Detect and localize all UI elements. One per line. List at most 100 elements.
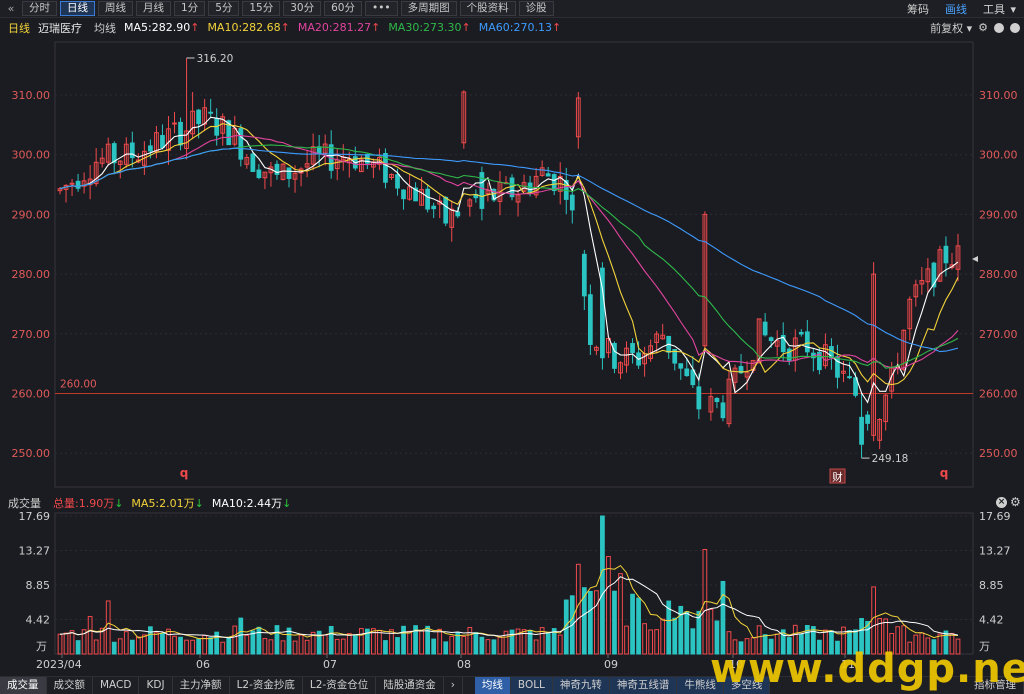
overlay-tab[interactable]: 均线 [474,677,511,694]
candle-body [250,153,256,173]
price-tick-label-right: 260.00 [979,388,1018,401]
reference-line-label: 260.00 [60,379,97,391]
volume-tick-label: 8.85 [26,579,51,592]
volume-bar [105,600,111,655]
period-button[interactable]: 日线 [60,1,95,16]
indicator-tab[interactable]: L2-资金抄底 [230,677,303,694]
gear-icon[interactable]: ⚙ [1010,495,1021,509]
candle-body [256,169,262,178]
candle-body [334,159,340,170]
zoom-out-icon[interactable]: − [1010,22,1020,33]
indicator-tab[interactable]: L2-资金仓位 [303,677,377,694]
period-button[interactable]: 个股资料 [459,1,516,16]
volume-bar [624,625,629,655]
vol-ma10: MA10:2.44万↓ [211,497,292,510]
period-button[interactable]: 60分 [324,1,362,16]
volume-bar [503,630,509,655]
candle-body [196,109,201,125]
candle-body [449,208,455,228]
drawing-button[interactable]: 画线 [945,1,967,17]
volume-bar [696,610,702,655]
indicator-tab[interactable]: 主力净额 [173,677,230,694]
adjust-mode[interactable]: 前复权 ▾ [930,20,972,36]
price-tick-label-right: 270.00 [979,328,1018,341]
close-volume-icon[interactable]: × [996,497,1007,508]
indicator-tab[interactable]: 陆股通资金 [376,677,444,694]
settings-icon[interactable]: ⚙ [978,21,988,34]
ma60-value: MA60:270.13↑ [478,21,562,34]
volume-bar [545,633,551,655]
ma20-value: MA20:281.27↑ [297,21,381,34]
candle-body [172,122,177,125]
candle-body [949,264,955,269]
period-button[interactable]: 月线 [136,1,171,16]
period-toolbar: « 分时 日线 周线 月线 1分 5分 15分 30分 60分 ••• 多周期图 个股资料 诊股 筹码 … [0,0,1024,18]
candle-body [871,273,876,436]
period-button[interactable]: 15分 [242,1,281,16]
period-button[interactable]: ••• [365,1,398,16]
chip-button[interactable]: 筹码 [907,1,929,17]
price-tick-label-right: 280.00 [979,268,1018,281]
indicator-tab[interactable]: 成交量 [0,677,47,694]
tools-menu[interactable]: 工具 ▾ [983,1,1016,17]
period-button[interactable]: 分时 [22,1,57,16]
price-tick-label: 300.00 [12,149,51,162]
up-arrow-icon: ↑ [371,21,381,34]
candle-body [268,166,274,174]
volume-bar [208,637,214,655]
volume-bar [129,639,135,655]
down-arrow-icon: ↓ [114,497,124,510]
volume-bar [389,629,394,655]
ma-label[interactable]: 均线 [94,20,116,36]
volume-label[interactable]: 成交量 [8,495,41,511]
volume-bar [280,640,286,655]
candle-body [714,397,720,403]
period-button[interactable]: 多周期图 [400,1,457,16]
kline-chart[interactable]: 260.00 310.00 310.00 300.00 300.00 290.00 290… [0,0,1024,694]
candle-body [497,181,503,202]
volume-bar [684,611,690,655]
stock-name[interactable]: 迈瑞医疗 [38,20,82,36]
volume-bar [587,590,593,655]
zoom-in-icon[interactable]: + [994,22,1004,33]
low-annotation: 249.18 [872,453,909,465]
volume-bar [606,556,611,655]
volume-bar [437,628,443,655]
period-button[interactable]: 诊股 [518,1,554,16]
candle-body [509,177,515,198]
candle-body [371,161,376,168]
period-button[interactable]: 30分 [283,1,322,16]
volume-bar [581,587,587,655]
scroll-right-icon[interactable]: › [444,677,463,694]
indicator-tab[interactable]: KDJ [139,677,173,694]
volume-bar [340,638,346,655]
overlay-tab[interactable]: 神奇九转 [552,677,610,694]
volume-bar [148,626,153,655]
volume-bar [630,593,635,655]
period-button[interactable]: 周线 [98,1,133,16]
volume-bar [328,626,334,655]
high-annotation: 316.20 [197,53,234,65]
overlay-tab[interactable]: 神奇五线谱 [609,677,678,694]
volume-bar [515,628,521,655]
volume-bar [81,629,87,655]
volume-ma-lines [59,564,959,640]
double-chevron-left-icon[interactable]: « [0,2,22,15]
candle-body [847,376,852,379]
candle-body [178,121,183,146]
volume-bar [642,623,647,655]
volume-bar [75,640,81,655]
period-button[interactable]: 1分 [174,1,206,16]
indicator-tab[interactable]: 成交额 [47,677,93,694]
volume-bar [292,640,298,655]
volume-bar [509,629,515,655]
candle-body [569,194,575,211]
period-button[interactable]: 5分 [208,1,240,16]
candle-body [726,378,732,425]
candle-body [81,180,87,187]
volume-bar [117,638,123,655]
indicator-tab[interactable]: MACD [93,677,140,694]
candle-body [358,159,364,173]
cai-marker-box [829,468,846,484]
overlay-tab[interactable]: BOLL [510,677,553,694]
